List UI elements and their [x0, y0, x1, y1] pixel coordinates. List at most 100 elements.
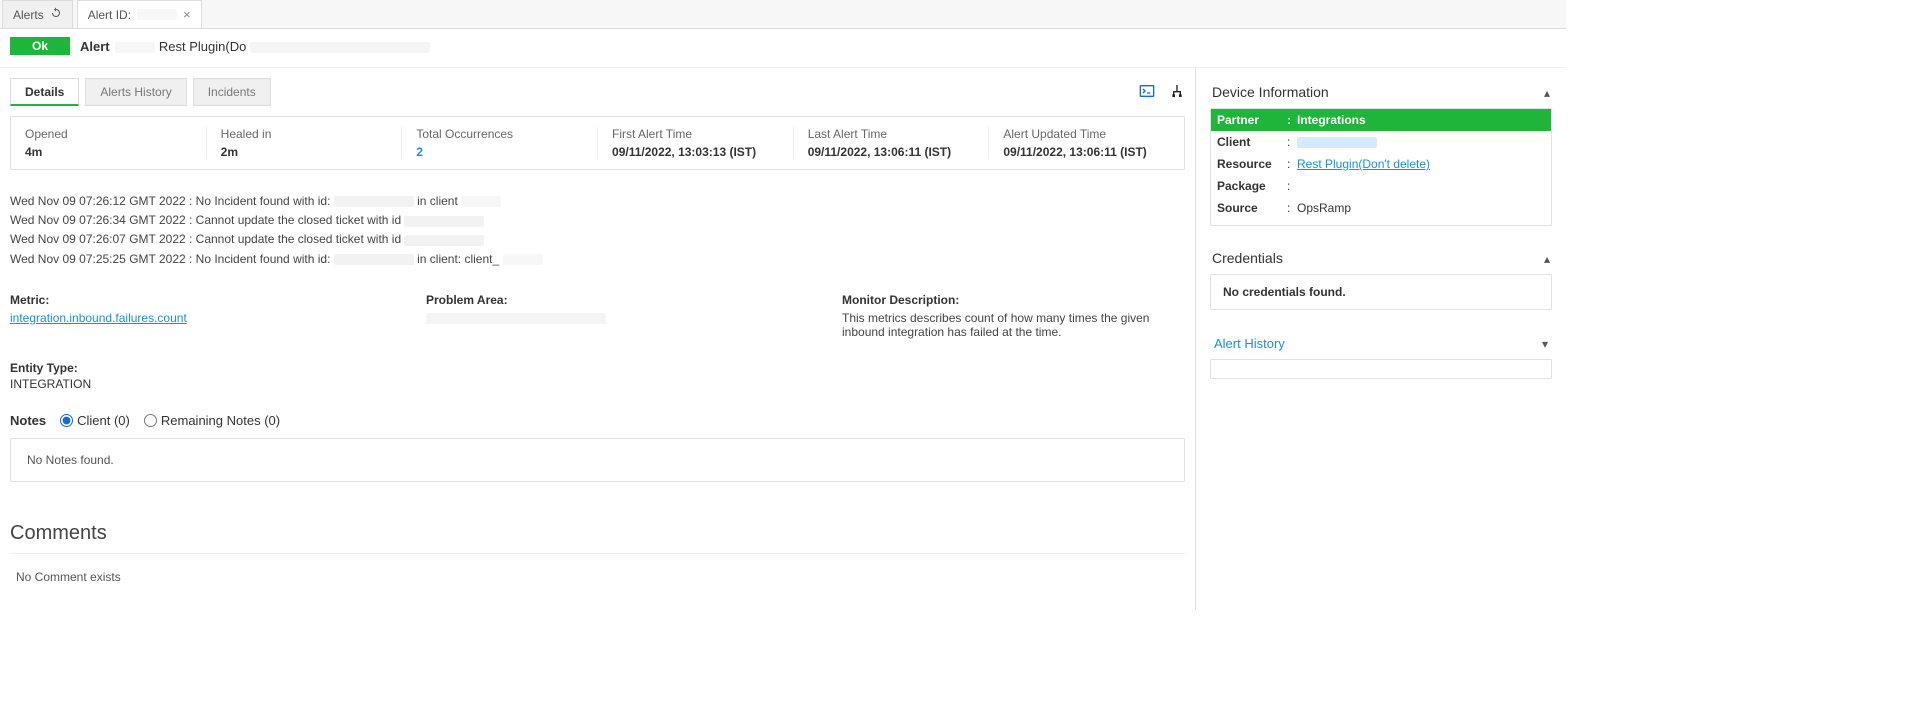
redacted [461, 196, 501, 207]
entity-type-label: Entity Type: [10, 361, 1185, 375]
notes-radio-client[interactable]: Client (0) [60, 413, 130, 428]
redacted [137, 9, 177, 20]
metric-link[interactable]: integration.inbound.failures.count [10, 311, 187, 325]
status-row: Ok Alert Rest Plugin(Do [0, 29, 1566, 68]
problem-area-label: Problem Area: [426, 293, 802, 307]
tab-alerts-label: Alerts [13, 8, 44, 22]
chevron-up-icon[interactable] [1544, 250, 1550, 266]
log-prefix: Wed Nov 09 07:25:25 GMT 2022 : No Incide… [10, 252, 330, 266]
summary-occurrences: Total Occurrences 2 [402, 127, 598, 159]
summary-grid: Opened 4m Healed in 2m Total Occurrences… [10, 116, 1185, 170]
chevron-up-icon[interactable] [1544, 84, 1550, 100]
inner-tabs: Details Alerts History Incidents [10, 78, 1185, 106]
status-definition-suffix: Rest Plugin(Do [159, 39, 246, 54]
credentials-title: Credentials [1212, 250, 1283, 266]
problem-area-block: Problem Area: [426, 293, 802, 339]
log-block: Wed Nov 09 07:26:12 GMT 2022 : No Incide… [10, 192, 1185, 269]
alert-history-header[interactable]: Alert History [1210, 328, 1552, 359]
notes-title: Notes [10, 413, 46, 428]
alert-history-title: Alert History [1214, 336, 1285, 351]
log-line: Wed Nov 09 07:26:12 GMT 2022 : No Incide… [10, 192, 1185, 211]
summary-healed-value: 2m [221, 145, 388, 159]
tab-incidents[interactable]: Incidents [193, 78, 271, 106]
topology-icon[interactable] [1169, 83, 1185, 102]
summary-last-time-value: 09/11/2022, 13:06:11 (IST) [808, 145, 975, 159]
monitor-desc-label: Monitor Description: [842, 293, 1185, 307]
device-info-partner-value[interactable]: Integrations [1297, 113, 1366, 127]
redacted [404, 216, 484, 227]
metric-label: Metric: [10, 293, 386, 307]
refresh-icon[interactable] [50, 7, 62, 22]
device-info-resource-value[interactable]: Rest Plugin(Don't delete) [1297, 157, 1430, 171]
log-line: Wed Nov 09 07:26:07 GMT 2022 : Cannot up… [10, 230, 1185, 249]
redacted [426, 313, 606, 324]
redacted [503, 254, 543, 265]
status-definition: Alert Rest Plugin(Do [80, 39, 430, 54]
summary-occurrences-value[interactable]: 2 [416, 145, 423, 159]
log-line: Wed Nov 09 07:26:34 GMT 2022 : Cannot up… [10, 211, 1185, 230]
top-tabs: Alerts Alert ID: × [0, 0, 1566, 29]
comments-title: Comments [10, 522, 1185, 554]
tab-alerts[interactable]: Alerts [2, 0, 73, 28]
log-prefix: Wed Nov 09 07:26:34 GMT 2022 : Cannot up… [10, 213, 401, 227]
notes-radio-client-input[interactable] [60, 414, 73, 427]
summary-opened-value: 4m [25, 145, 192, 159]
notes-empty: No Notes found. [27, 453, 114, 467]
notes-radio-remaining-input[interactable] [144, 414, 157, 427]
main-panel: Details Alerts History Incidents [0, 68, 1196, 610]
summary-opened: Opened 4m [11, 127, 207, 159]
redacted [250, 42, 430, 53]
notes-panel: No Notes found. [10, 438, 1185, 482]
alert-history-card [1210, 359, 1552, 379]
entity-type-block: Entity Type: INTEGRATION [10, 361, 1185, 391]
monitor-desc-value: This metrics describes count of how many… [842, 311, 1185, 339]
comments-empty: No Comment exists [16, 570, 121, 584]
tab-alert-id-label: Alert ID: [88, 8, 131, 22]
log-prefix: Wed Nov 09 07:26:07 GMT 2022 : Cannot up… [10, 232, 401, 246]
chevron-down-icon[interactable] [1542, 336, 1548, 351]
summary-updated-time-value: 09/11/2022, 13:06:11 (IST) [1003, 145, 1170, 159]
device-info-source-key: Source [1217, 201, 1287, 215]
notes-radio-client-label: Client (0) [77, 413, 130, 428]
status-badge: Ok [10, 37, 70, 55]
redacted [334, 196, 414, 207]
summary-updated-time-label: Alert Updated Time [1003, 127, 1170, 141]
credentials-header[interactable]: Credentials [1210, 244, 1552, 274]
close-icon[interactable]: × [183, 8, 191, 21]
summary-first-time: First Alert Time 09/11/2022, 13:03:13 (I… [598, 127, 794, 159]
notes-radio-remaining[interactable]: Remaining Notes (0) [144, 413, 280, 428]
device-info-header[interactable]: Device Information [1210, 78, 1552, 108]
redacted [334, 254, 414, 265]
credentials-card: No credentials found. [1210, 274, 1552, 310]
tab-details[interactable]: Details [10, 78, 79, 106]
log-line: Wed Nov 09 07:25:25 GMT 2022 : No Incide… [10, 250, 1185, 269]
summary-opened-label: Opened [25, 127, 192, 141]
status-definition-label: Alert [80, 39, 110, 54]
terminal-icon[interactable] [1139, 83, 1155, 102]
redacted [404, 235, 484, 246]
redacted [1297, 137, 1377, 148]
device-info-source-value: OpsRamp [1297, 201, 1545, 215]
summary-updated-time: Alert Updated Time 09/11/2022, 13:06:11 … [989, 127, 1184, 159]
device-info-partner-row: Partner : Integrations [1211, 109, 1551, 131]
device-info-card: Partner : Integrations Client : Resource… [1210, 108, 1552, 226]
summary-last-time-label: Last Alert Time [808, 127, 975, 141]
tab-alerts-history[interactable]: Alerts History [85, 78, 186, 106]
device-info-client-key: Client [1217, 135, 1287, 149]
credentials-empty: No credentials found. [1211, 275, 1551, 309]
tab-alert-id[interactable]: Alert ID: × [77, 0, 202, 28]
summary-healed: Healed in 2m [207, 127, 403, 159]
device-info-client-row: Client : [1211, 131, 1551, 153]
summary-occurrences-label: Total Occurrences [416, 127, 583, 141]
log-suffix: in client [417, 194, 458, 208]
device-info-resource-key: Resource [1217, 157, 1287, 171]
summary-healed-label: Healed in [221, 127, 388, 141]
summary-first-time-label: First Alert Time [612, 127, 779, 141]
redacted [115, 42, 155, 53]
device-info-resource-row: Resource : Rest Plugin(Don't delete) [1211, 153, 1551, 175]
device-info-package-row: Package : [1211, 175, 1551, 197]
device-info-source-row: Source : OpsRamp [1211, 197, 1551, 219]
log-suffix: in client: client_ [417, 252, 499, 266]
comments-body: No Comment exists [10, 554, 1185, 600]
device-info-partner-key: Partner [1217, 113, 1287, 127]
